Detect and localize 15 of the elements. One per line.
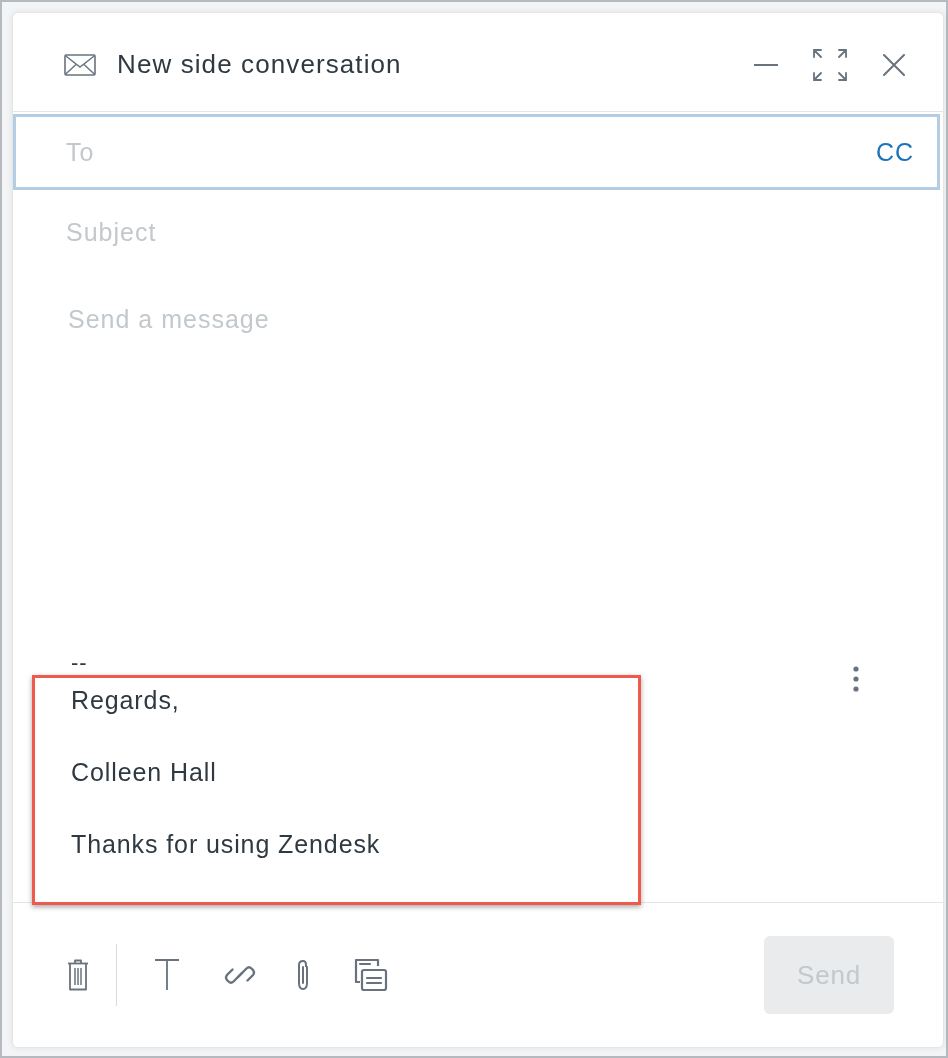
signature-line: Colleen Hall [71, 757, 218, 788]
window-title: New side conversation [117, 49, 402, 80]
close-icon[interactable] [883, 53, 905, 76]
signature-line: Regards, [71, 685, 181, 716]
cc-link[interactable]: CC [875, 137, 914, 167]
signature-separator: -- [71, 651, 89, 675]
more-options-icon[interactable] [853, 666, 859, 692]
trash-icon[interactable] [67, 959, 89, 991]
minimize-icon[interactable] [754, 63, 778, 66]
signature-line: Thanks for using Zendesk [71, 829, 382, 860]
expand-icon[interactable] [813, 48, 847, 81]
to-field[interactable]: To CC [13, 114, 940, 190]
text-format-icon[interactable] [155, 959, 179, 991]
envelope-icon [64, 53, 96, 76]
macro-icon[interactable] [354, 958, 388, 992]
